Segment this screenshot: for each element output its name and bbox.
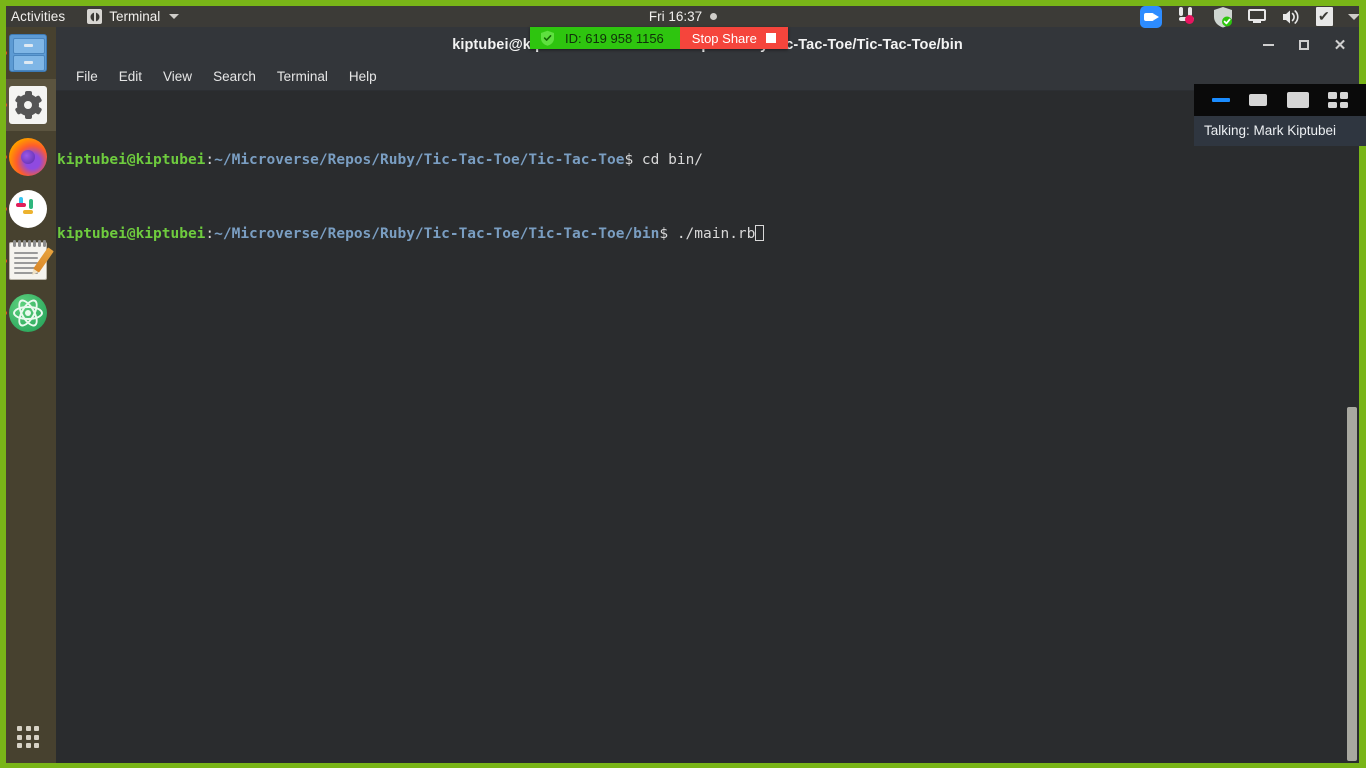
settings-gear-icon <box>9 86 47 124</box>
close-window-button[interactable]: ✕ <box>1325 30 1355 60</box>
maximize-window-button[interactable] <box>1289 30 1319 60</box>
notification-dot-icon <box>710 13 718 20</box>
menu-search[interactable]: Search <box>203 65 266 88</box>
app-menu-terminal[interactable]: Terminal <box>87 9 180 24</box>
terminal-command: cd bin/ <box>633 151 704 168</box>
screenshare-border-bottom <box>0 763 1366 768</box>
prompt-symbol: $ <box>659 225 669 242</box>
apps-grid-icon <box>17 726 39 748</box>
menu-help[interactable]: Help <box>339 65 387 88</box>
terminal-window: kiptubei@kiptubei: ~/Microverse/Repos/Ru… <box>56 27 1359 763</box>
stop-share-label: Stop Share <box>691 30 757 46</box>
menu-file[interactable]: File <box>66 65 108 88</box>
ubuntu-dock <box>0 27 56 768</box>
minimize-window-button[interactable] <box>1253 30 1283 60</box>
activities-button[interactable]: Activities <box>11 9 65 24</box>
window-controls: ✕ <box>1253 27 1355 63</box>
encryption-shield-icon <box>540 30 555 46</box>
prompt-path: ~/Microverse/Repos/Ruby/Tic-Tac-Toe/Tic-… <box>214 151 625 168</box>
atom-icon <box>9 294 47 332</box>
shield-tray-icon[interactable] <box>1213 6 1233 28</box>
menu-edit[interactable]: Edit <box>109 65 152 88</box>
menu-view[interactable]: View <box>153 65 202 88</box>
desktop-screen: Activities Terminal Fri 16:37 ✔ kiptubei… <box>0 0 1366 768</box>
dock-item-list <box>0 27 56 339</box>
stop-share-button[interactable]: Stop Share <box>679 27 788 49</box>
text-editor-icon <box>9 240 54 280</box>
show-applications-button[interactable] <box>0 706 56 768</box>
prompt-path: ~/Microverse/Repos/Ruby/Tic-Tac-Toe/Tic-… <box>214 225 660 242</box>
meeting-id-label: ID: 619 958 1156 <box>565 30 664 46</box>
volume-tray-icon[interactable] <box>1281 8 1301 26</box>
dock-item-firefox[interactable] <box>0 131 56 183</box>
gnome-top-bar: Activities Terminal Fri 16:37 <box>0 5 1366 28</box>
zoom-view-mode-bar <box>1194 84 1366 116</box>
gallery-view-button[interactable] <box>1328 92 1349 108</box>
prompt-symbol: $ <box>624 151 634 168</box>
top-bar-left-group: Activities Terminal <box>0 9 180 24</box>
talking-indicator: Talking: Mark Kiptubei <box>1194 116 1366 146</box>
text-cursor <box>755 224 765 241</box>
stop-square-icon <box>765 33 776 43</box>
system-tray <box>1140 5 1360 28</box>
terminal-line: kiptubei@kiptubei:~/Microverse/Repos/Rub… <box>57 151 1359 170</box>
terminal-scrollbar[interactable] <box>1345 91 1359 763</box>
firefox-icon <box>9 138 47 176</box>
dock-item-slack[interactable] <box>0 183 56 235</box>
chevron-down-icon <box>169 14 180 19</box>
prompt-user: kiptubei@kiptubei <box>57 225 206 242</box>
meeting-id-section[interactable]: ID: 619 958 1156 <box>530 27 680 49</box>
terminal-menu-bar: File Edit View Search Terminal Help <box>56 63 1359 91</box>
dock-item-settings[interactable] <box>0 79 56 131</box>
dock-item-atom[interactable] <box>0 287 56 339</box>
small-video-button[interactable] <box>1249 94 1268 106</box>
prompt-colon: : <box>205 151 215 168</box>
zoom-share-bar: ID: 619 958 1156 Stop Share <box>530 27 788 49</box>
zoom-tray-icon[interactable] <box>1140 5 1162 28</box>
terminal-scrollbar-thumb[interactable] <box>1347 406 1357 761</box>
zoom-video-panel: Talking: Mark Kiptubei <box>1194 84 1366 146</box>
dock-item-files[interactable] <box>0 27 56 79</box>
terminal-app-icon <box>87 9 103 24</box>
minimize-video-button[interactable] <box>1211 98 1230 102</box>
app-menu-label: Terminal <box>109 9 161 24</box>
terminal-output-area[interactable]: kiptubei@kiptubei:~/Microverse/Repos/Rub… <box>56 91 1359 763</box>
dock-item-text-editor[interactable] <box>0 235 56 287</box>
terminal-lines: kiptubei@kiptubei:~/Microverse/Repos/Rub… <box>56 91 1359 299</box>
terminal-command: ./main.rb <box>668 225 756 242</box>
prompt-colon: : <box>205 225 215 242</box>
clock[interactable]: Fri 16:37 <box>649 9 702 24</box>
screencast-tray-icon[interactable] <box>1248 8 1266 25</box>
screenshare-border-top <box>0 0 1366 6</box>
tasks-tray-icon[interactable] <box>1316 6 1333 26</box>
files-icon <box>9 34 47 72</box>
slack-icon <box>9 190 47 228</box>
screenshare-border-left <box>0 0 6 768</box>
large-video-button[interactable] <box>1286 92 1309 108</box>
menu-terminal[interactable]: Terminal <box>267 65 338 88</box>
slack-tray-icon[interactable] <box>1177 6 1198 27</box>
prompt-user: kiptubei@kiptubei <box>57 151 206 168</box>
terminal-line: kiptubei@kiptubei:~/Microverse/Repos/Rub… <box>57 224 1359 244</box>
